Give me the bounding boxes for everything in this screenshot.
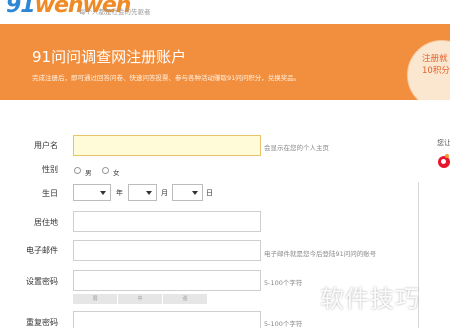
username-label: 用户名: [34, 141, 58, 150]
day-unit: 日: [206, 189, 213, 197]
username-hint: 会显示在您的个人主页: [264, 144, 329, 152]
promo-badge: 注册就 10积分: [407, 40, 450, 100]
confirm-password-hint: 5-100个字符: [264, 320, 303, 328]
page-title: 91问问调查网注册账户: [32, 48, 187, 66]
logo-part-number: 91: [6, 0, 36, 18]
birth-month-select[interactable]: [128, 184, 157, 201]
email-label: 电子邮件: [26, 246, 58, 255]
residence-label: 居住地: [34, 218, 58, 227]
chevron-down-icon: [192, 191, 198, 195]
site-slogan: 每个人都是社会的先驱者: [79, 8, 151, 16]
register-banner: 91问问调查网注册账户 完成注册后，即可通过回答问卷、快速问答投票、参与各种活动…: [0, 24, 450, 100]
password-input[interactable]: [73, 270, 261, 291]
registration-page: 91wenwen 每个人都是社会的先驱者 91问问调查网注册账户 完成注册后，即…: [0, 0, 450, 328]
month-unit: 月: [161, 189, 168, 197]
year-unit: 年: [116, 189, 123, 197]
password-strength-meter: 弱 中 强: [73, 294, 207, 304]
birth-day-select[interactable]: [172, 184, 203, 201]
confirm-password-label: 重复密码: [26, 318, 58, 327]
password-label: 设置密码: [26, 277, 58, 286]
password-hint: 5-100个字符: [264, 279, 303, 287]
gender-female-radio[interactable]: [102, 167, 109, 174]
email-hint: 电子邮件就是您今后登陆91问问的账号: [264, 250, 377, 258]
chevron-down-icon: [100, 191, 106, 195]
gender-female-label: 女: [113, 169, 120, 177]
login-prompt: 您让: [437, 139, 450, 147]
weibo-icon[interactable]: [438, 156, 450, 168]
promo-line-1: 注册就: [422, 54, 448, 64]
gender-label: 性别: [42, 165, 58, 174]
birthday-label: 生日: [42, 189, 58, 198]
residence-input[interactable]: [73, 211, 261, 232]
watermark: 软件技巧: [320, 285, 420, 313]
gender-male-radio[interactable]: [74, 167, 81, 174]
chevron-down-icon: [146, 191, 152, 195]
page-subtitle: 完成注册后，即可通过回答问卷、快速问答投票、参与各种活动赚取91问问积分，兑换奖…: [32, 74, 301, 82]
username-input[interactable]: [73, 135, 261, 156]
strength-medium: 中: [118, 294, 162, 304]
strength-weak: 弱: [73, 294, 117, 304]
birth-year-select[interactable]: [73, 184, 111, 201]
weibo-icon-accent: [445, 154, 449, 158]
strength-strong: 强: [163, 294, 207, 304]
email-input[interactable]: [73, 240, 261, 261]
confirm-password-input[interactable]: [73, 311, 261, 328]
gender-male-label: 男: [85, 169, 92, 177]
top-bar: 91wenwen 每个人都是社会的先驱者: [0, 0, 450, 24]
promo-line-2: 10积分: [422, 66, 450, 76]
